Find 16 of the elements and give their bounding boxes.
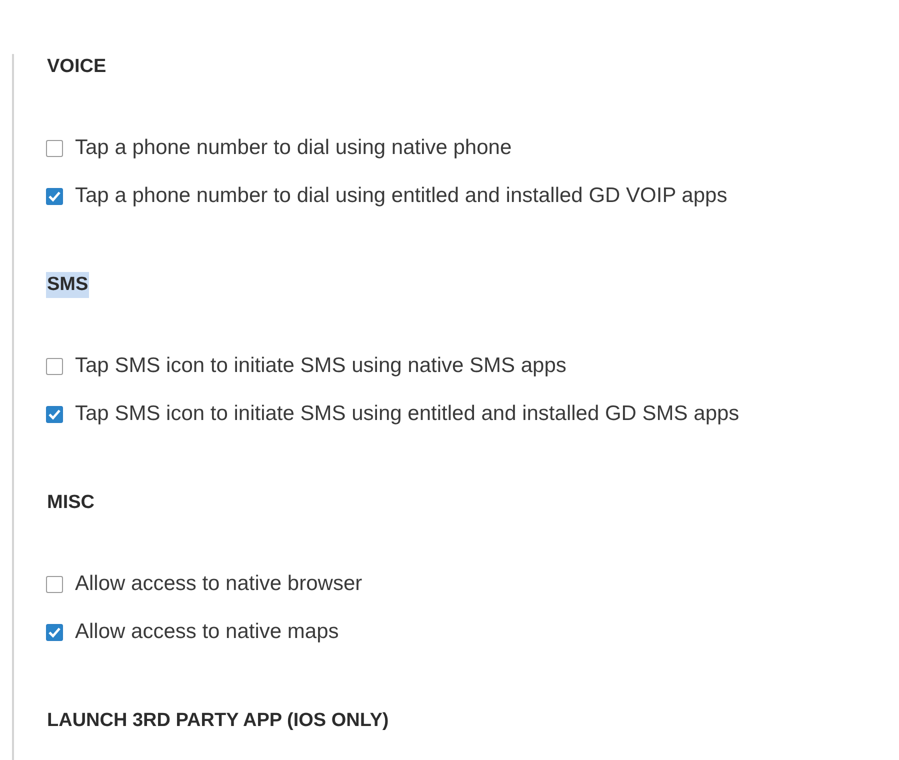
section-heading: SMS: [46, 272, 90, 298]
option-label: Allow access to native maps: [75, 620, 339, 644]
option-label: Allow access to native browser: [75, 572, 362, 596]
option-label: Tap SMS icon to initiate SMS using entitled and installed GD SMS apps: [75, 402, 740, 426]
checkbox[interactable]: [46, 624, 63, 640]
section-heading: VOICE: [46, 55, 108, 79]
checkbox[interactable]: [46, 576, 63, 592]
checkbox[interactable]: [46, 140, 63, 156]
checkbox[interactable]: [46, 358, 63, 374]
option-label: Tap a phone number to dial using native phone: [75, 136, 512, 160]
section-heading: LAUNCH 3RD PARTY APP (IOS ONLY): [46, 709, 390, 733]
section-heading: MISC: [46, 491, 96, 515]
checkbox[interactable]: [46, 406, 63, 422]
option-label: Tap SMS icon to initiate SMS using native SMS apps: [75, 354, 566, 378]
checkbox[interactable]: [46, 188, 63, 204]
option-label: Tap a phone number to dial using entitled and installed GD VOIP apps: [75, 184, 728, 208]
